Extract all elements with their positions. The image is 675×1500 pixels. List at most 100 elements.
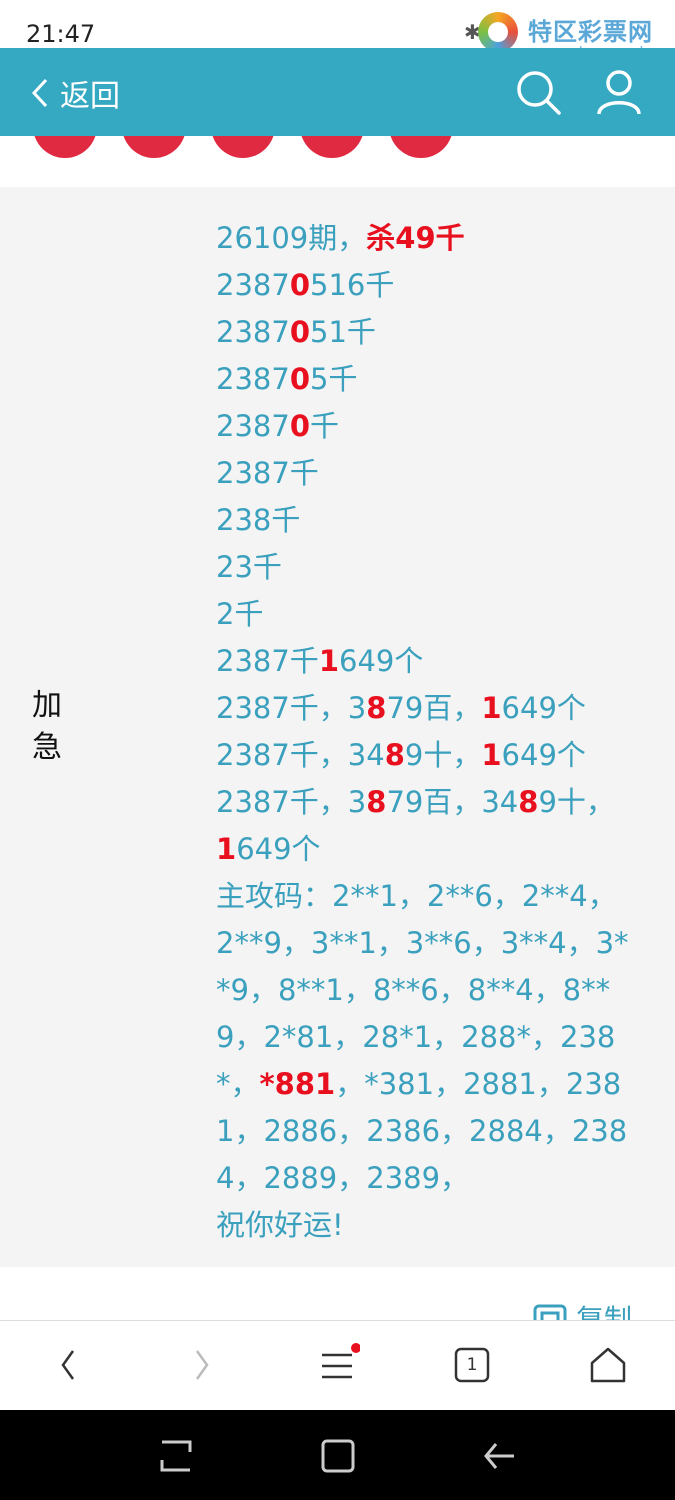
text-segment: 2387千，34	[216, 738, 385, 772]
search-icon[interactable]	[514, 68, 562, 116]
text-segment: 649个	[339, 644, 424, 678]
text-line: 9，2*81，28*1，288*，238	[216, 1014, 646, 1061]
text-line: 4，2889，2389，	[216, 1155, 646, 1202]
menu-button[interactable]	[316, 1343, 360, 1387]
text-line: 2387千，3879百，1649个	[216, 685, 646, 732]
highlight-segment: 1	[318, 644, 339, 678]
text-line: 238千	[216, 497, 646, 544]
chevron-left-icon	[31, 78, 48, 108]
text-line: 祝你好运!	[216, 1202, 646, 1249]
text-line: 2**9，3**1，3**6，3**4，3*	[216, 920, 646, 967]
browser-toolbar: 1	[0, 1320, 675, 1411]
highlight-segment: 8	[518, 785, 539, 819]
text-segment: 9十，	[404, 738, 482, 772]
text-segment: 649个	[236, 832, 321, 866]
home-icon	[590, 1347, 626, 1383]
text-line: 2千	[216, 591, 646, 638]
highlight-segment: 8	[366, 785, 387, 819]
lottery-ball	[122, 136, 186, 158]
text-segment: 2387	[216, 362, 290, 396]
text-segment: 1，2886，2386，2884，238	[216, 1114, 628, 1148]
browser-forward-button[interactable]	[180, 1343, 224, 1387]
text-segment: 516千	[310, 268, 395, 302]
text-line: 主攻码：2**1，2**6，2**4，	[216, 873, 646, 920]
back-button[interactable]: 返回	[30, 70, 120, 116]
chevron-right-icon	[195, 1350, 209, 1380]
watermark-logo-icon	[478, 12, 518, 52]
recents-icon[interactable]	[156, 1436, 196, 1476]
text-segment: 千	[310, 409, 340, 443]
text-segment: 23千	[216, 550, 282, 584]
text-segment: *9，8**1，8**6，8**4，8**	[216, 973, 611, 1007]
top-nav-bar: 返回	[0, 48, 675, 136]
status-time: 21:47	[26, 20, 96, 48]
text-segment: 2387千，3	[216, 691, 367, 725]
text-segment: 2**9，3**1，3**6，3**4，3*	[216, 926, 629, 960]
text-line: 23千	[216, 544, 646, 591]
text-segment: 9，2*81，28*1，288*，238	[216, 1020, 616, 1054]
text-line: 23870516千	[216, 262, 646, 309]
text-segment: *，	[216, 1067, 260, 1101]
highlight-segment: 杀49千	[366, 221, 465, 255]
tab-count: 1	[466, 1355, 478, 1375]
urgent-label: 加急	[32, 688, 62, 765]
text-line: 2387051千	[216, 309, 646, 356]
menu-icon	[322, 1343, 360, 1379]
text-line: 2387千，3489十，1649个	[216, 732, 646, 779]
text-segment: 238千	[216, 503, 301, 537]
chevron-left-icon	[61, 1350, 75, 1380]
text-segment: 649个	[501, 691, 586, 725]
text-line: 2387千	[216, 450, 646, 497]
text-segment: 2387千	[216, 456, 319, 490]
highlight-segment: 8	[384, 738, 405, 772]
lottery-ball	[300, 136, 364, 158]
text-segment: 51千	[310, 315, 376, 349]
back-nav-icon[interactable]	[480, 1436, 520, 1476]
text-line: 2387千，3879百，3489十，	[216, 779, 646, 826]
text-segment: 79百，	[386, 691, 482, 725]
text-segment: 2387	[216, 409, 290, 443]
home-button[interactable]	[586, 1343, 630, 1387]
text-segment: 2387	[216, 268, 290, 302]
back-label: 返回	[60, 79, 120, 114]
text-segment: 4，2889，2389，	[216, 1161, 470, 1195]
post-content: 加急 26109期，杀49千 23870516千 2387051千 238705千 23…	[0, 187, 675, 1267]
text-line: 26109期，杀49千	[216, 215, 646, 262]
highlight-segment: 0	[289, 315, 310, 349]
text-line: 1，2886，2386，2884，238	[216, 1108, 646, 1155]
text-segment: 2387千	[216, 644, 319, 678]
highlight-segment: 1	[216, 832, 237, 866]
text-segment: 2387千，3	[216, 785, 367, 819]
prediction-text: 26109期，杀49千 23870516千 2387051千 238705千 23870…	[216, 215, 646, 1249]
highlight-segment: 0	[289, 409, 310, 443]
text-line: 2387千1649个	[216, 638, 646, 685]
text-segment: 26109期，	[216, 221, 367, 255]
text-line: *9，8**1，8**6，8**4，8**	[216, 967, 646, 1014]
system-nav-bar	[0, 1410, 675, 1500]
text-segment: 主攻码：2**1，2**6，2**4，	[216, 879, 617, 913]
highlight-segment: 1	[481, 691, 502, 725]
lottery-balls-row	[0, 136, 675, 186]
text-line: *，*881，*381，2881，238	[216, 1061, 646, 1108]
home-nav-icon[interactable]	[318, 1436, 358, 1476]
text-line: 238705千	[216, 356, 646, 403]
status-bar: 21:47 ✱ 特区彩票网 www.tqcp.net	[0, 0, 675, 61]
lottery-ball	[211, 136, 275, 158]
text-segment: 9十，	[538, 785, 615, 819]
text-segment: 5千	[310, 362, 358, 396]
text-segment: ，*381，2881，238	[335, 1067, 622, 1101]
highlight-segment: 1	[481, 738, 502, 772]
highlight-segment: 8	[366, 691, 387, 725]
text-segment: 79百，34	[386, 785, 519, 819]
text-line: 23870千	[216, 403, 646, 450]
tabs-button[interactable]: 1	[450, 1343, 494, 1387]
browser-back-button[interactable]	[46, 1343, 90, 1387]
text-line: 1649个	[216, 826, 646, 873]
text-segment: 2387	[216, 315, 290, 349]
user-icon[interactable]	[596, 68, 642, 116]
lottery-ball	[389, 136, 453, 158]
text-segment: 649个	[501, 738, 586, 772]
lottery-ball	[33, 136, 97, 158]
highlight-segment: 0	[289, 268, 310, 302]
text-segment: 祝你好运!	[216, 1208, 344, 1242]
